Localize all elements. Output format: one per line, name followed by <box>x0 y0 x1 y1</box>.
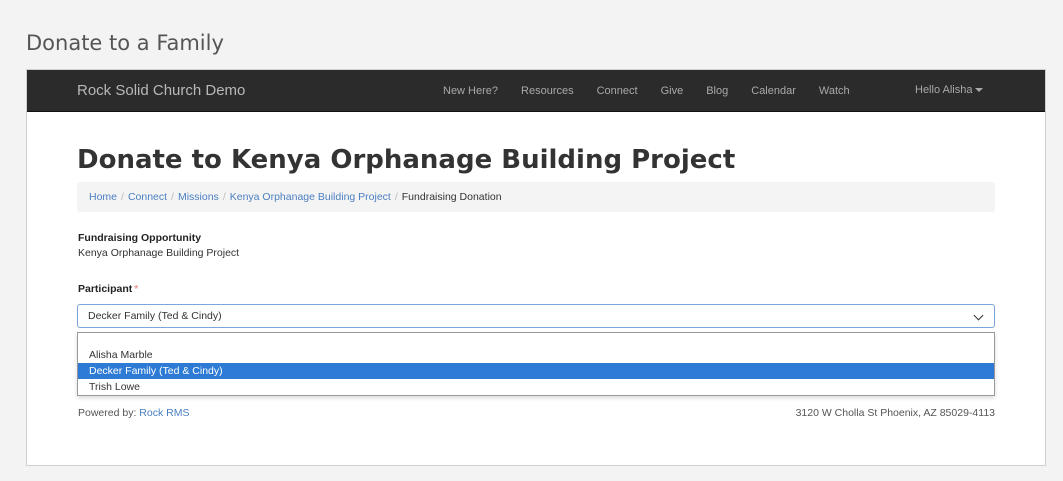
nav-link-blog[interactable]: Blog <box>706 85 728 97</box>
nav-link-new-here[interactable]: New Here? <box>443 85 498 97</box>
breadcrumb-missions[interactable]: Missions <box>178 191 219 203</box>
nav-link-resources[interactable]: Resources <box>521 85 574 97</box>
powered-by: Powered by: Rock RMS <box>78 407 189 419</box>
participant-option-trish-lowe[interactable]: Trish Lowe <box>78 379 994 395</box>
fundraising-value: Kenya Orphanage Building Project <box>78 247 240 259</box>
participant-label-text: Participant <box>78 283 133 295</box>
participant-option-decker-family[interactable]: Decker Family (Ted & Cindy) <box>78 363 994 379</box>
nav-link-give[interactable]: Give <box>661 85 684 97</box>
rock-rms-link[interactable]: Rock RMS <box>139 407 189 419</box>
footer-address: 3120 W Cholla St Phoenix, AZ 85029-4113 <box>795 407 995 419</box>
participant-dropdown-list: Alisha Marble Decker Family (Ted & Cindy… <box>77 332 995 396</box>
breadcrumb-separator: / <box>394 191 398 203</box>
top-navbar: Rock Solid Church Demo New Here? Resourc… <box>27 70 1045 112</box>
nav-link-watch[interactable]: Watch <box>819 85 850 97</box>
breadcrumb-home[interactable]: Home <box>89 191 117 203</box>
breadcrumb-current: Fundraising Donation <box>401 191 502 203</box>
chevron-down-icon <box>973 310 984 321</box>
breadcrumb-separator: / <box>171 191 174 203</box>
page-title: Donate to Kenya Orphanage Building Proje… <box>77 145 736 175</box>
breadcrumb-separator: / <box>121 191 124 203</box>
nav-links: New Here? Resources Connect Give Blog Ca… <box>443 70 873 112</box>
breadcrumb-project[interactable]: Kenya Orphanage Building Project <box>230 191 391 203</box>
caret-down-icon <box>975 88 984 92</box>
participant-option-alisha-marble[interactable]: Alisha Marble <box>78 347 994 363</box>
breadcrumb: Home / Connect / Missions / Kenya Orphan… <box>77 182 995 212</box>
powered-by-prefix: Powered by: <box>78 407 137 419</box>
nav-link-calendar[interactable]: Calendar <box>751 85 796 97</box>
outer-title: Donate to a Family <box>26 31 224 55</box>
fundraising-label: Fundraising Opportunity <box>78 232 202 244</box>
breadcrumb-connect[interactable]: Connect <box>128 191 167 203</box>
embedded-page-frame: Rock Solid Church Demo New Here? Resourc… <box>26 69 1046 466</box>
user-menu[interactable]: Hello Alisha <box>915 84 984 96</box>
brand-link[interactable]: Rock Solid Church Demo <box>77 82 245 99</box>
breadcrumb-separator: / <box>222 191 226 203</box>
participant-select[interactable]: Decker Family (Ted & Cindy) <box>77 304 995 328</box>
required-marker: * <box>134 283 139 295</box>
participant-label: Participant * <box>78 283 138 295</box>
participant-select-value: Decker Family (Ted & Cindy) <box>88 310 222 322</box>
user-menu-label: Hello Alisha <box>915 84 973 96</box>
nav-link-connect[interactable]: Connect <box>597 85 638 97</box>
